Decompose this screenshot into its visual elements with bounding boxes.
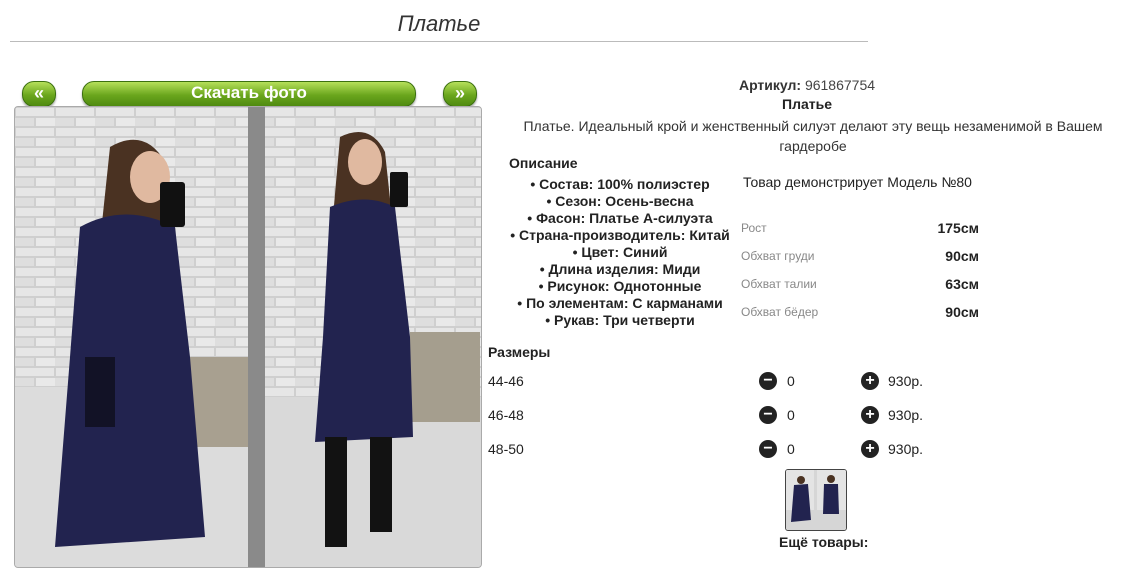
product-thumbnail[interactable] — [785, 469, 847, 531]
qty-value: 0 — [787, 373, 795, 389]
increase-qty-button[interactable]: + — [861, 372, 879, 390]
article-label: Артикул: — [738, 77, 802, 93]
size-price: 930р. — [888, 407, 924, 423]
page-title: Платье — [10, 10, 868, 42]
property-list: Состав: 100% полиэстер Сезон: Осень-весн… — [487, 176, 753, 329]
measurement-row: Обхват бёдер 90см — [741, 298, 979, 326]
more-products-label: Ещё товары: — [779, 534, 869, 550]
measurement-value: 90см — [945, 304, 979, 320]
measurement-value: 63см — [945, 276, 979, 292]
description-heading: Описание — [509, 155, 578, 171]
article-line: Артикул: 961867754 — [487, 77, 1123, 93]
download-photo-button[interactable]: Скачать фото — [82, 81, 416, 107]
property-item: Сезон: Осень-весна — [487, 193, 753, 210]
increase-qty-button[interactable]: + — [861, 440, 879, 458]
size-price: 930р. — [888, 441, 924, 457]
property-item: Состав: 100% полиэстер — [487, 176, 753, 193]
property-item: Цвет: Синий — [487, 244, 753, 261]
increase-qty-button[interactable]: + — [861, 406, 879, 424]
measurement-value: 175см — [937, 220, 979, 236]
prev-photo-button[interactable]: « — [22, 81, 56, 107]
decrease-qty-button[interactable]: − — [759, 372, 777, 390]
property-item: По элементам: С карманами — [487, 295, 753, 312]
measurement-label: Обхват талии — [741, 277, 817, 291]
measurement-value: 90см — [945, 248, 979, 264]
product-description: Платье. Идеальный крой и женственный сил… — [523, 118, 1103, 154]
size-row: 48-50 − 0 + 930р. — [488, 439, 948, 459]
property-item: Рисунок: Однотонные — [487, 278, 753, 295]
size-row: 46-48 − 0 + 930р. — [488, 405, 948, 425]
size-label: 48-50 — [488, 441, 524, 457]
measurement-row: Обхват талии 63см — [741, 270, 979, 298]
size-label: 44-46 — [488, 373, 524, 389]
size-price: 930р. — [888, 373, 924, 389]
product-name: Платье — [782, 96, 832, 112]
size-row: 44-46 − 0 + 930р. — [488, 371, 948, 391]
next-photo-button[interactable]: » — [443, 81, 477, 107]
model-note: Товар демонстрирует Модель №80 — [743, 174, 972, 190]
size-label: 46-48 — [488, 407, 524, 423]
property-item: Рукав: Три четверти — [487, 312, 753, 329]
measurements-table: Рост 175см Обхват груди 90см Обхват тали… — [741, 214, 979, 326]
sizes-heading: Размеры — [488, 344, 551, 360]
measurement-row: Рост 175см — [741, 214, 979, 242]
property-item: Фасон: Платье А-силуэта — [487, 210, 753, 227]
measurement-label: Обхват бёдер — [741, 305, 819, 319]
measurement-label: Рост — [741, 221, 767, 235]
qty-value: 0 — [787, 407, 795, 423]
property-item: Длина изделия: Миди — [487, 261, 753, 278]
product-photo — [14, 106, 482, 568]
qty-value: 0 — [787, 441, 795, 457]
article-value: 961867754 — [804, 77, 876, 93]
decrease-qty-button[interactable]: − — [759, 440, 777, 458]
measurement-row: Обхват груди 90см — [741, 242, 979, 270]
decrease-qty-button[interactable]: − — [759, 406, 777, 424]
property-item: Страна-производитель: Китай — [487, 227, 753, 244]
measurement-label: Обхват груди — [741, 249, 815, 263]
